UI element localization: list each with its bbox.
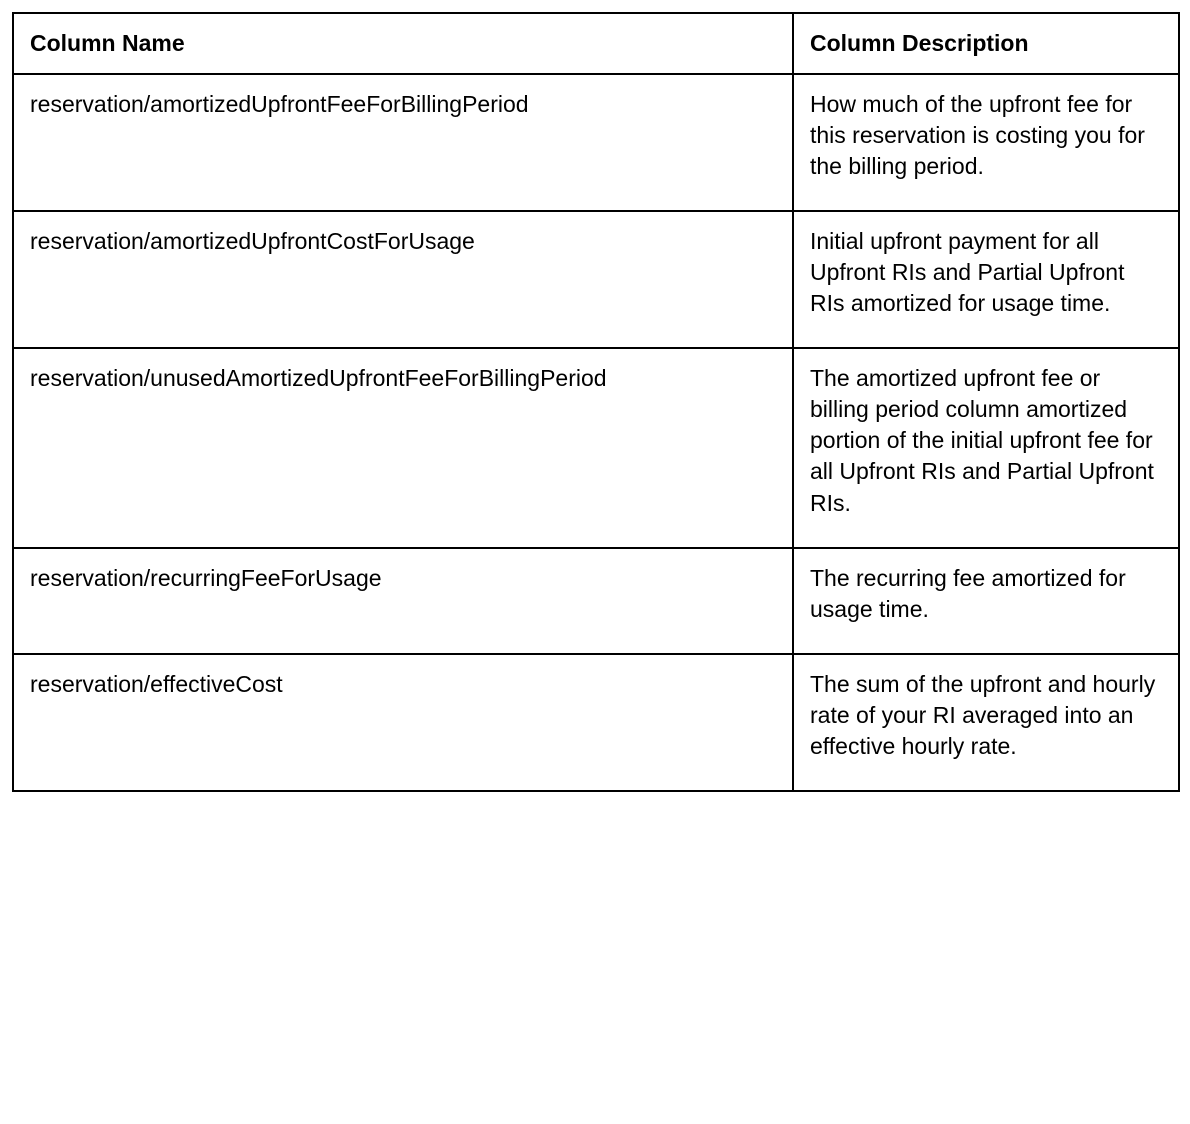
column-description-cell: How much of the upfront fee for this res… bbox=[793, 74, 1179, 211]
table-row: reservation/amortizedUpfrontCostForUsage… bbox=[13, 211, 1179, 348]
column-description-cell: The recurring fee amortized for usage ti… bbox=[793, 548, 1179, 654]
header-column-description: Column Description bbox=[793, 13, 1179, 74]
table-row: reservation/effectiveCost The sum of the… bbox=[13, 654, 1179, 791]
column-description-cell: The amortized upfront fee or billing per… bbox=[793, 348, 1179, 547]
column-description-cell: The sum of the upfront and hourly rate o… bbox=[793, 654, 1179, 791]
column-description-cell: Initial upfront payment for all Upfront … bbox=[793, 211, 1179, 348]
header-row: Column Name Column Description bbox=[13, 13, 1179, 74]
column-name-cell: reservation/effectiveCost bbox=[13, 654, 793, 791]
column-name-cell: reservation/unusedAmortizedUpfrontFeeFor… bbox=[13, 348, 793, 547]
table-row: reservation/unusedAmortizedUpfrontFeeFor… bbox=[13, 348, 1179, 547]
column-name-cell: reservation/amortizedUpfrontFeeForBillin… bbox=[13, 74, 793, 211]
table-row: reservation/recurringFeeForUsage The rec… bbox=[13, 548, 1179, 654]
column-name-cell: reservation/recurringFeeForUsage bbox=[13, 548, 793, 654]
header-column-name: Column Name bbox=[13, 13, 793, 74]
columns-table: Column Name Column Description reservati… bbox=[12, 12, 1180, 792]
table-row: reservation/amortizedUpfrontFeeForBillin… bbox=[13, 74, 1179, 211]
column-name-cell: reservation/amortizedUpfrontCostForUsage bbox=[13, 211, 793, 348]
